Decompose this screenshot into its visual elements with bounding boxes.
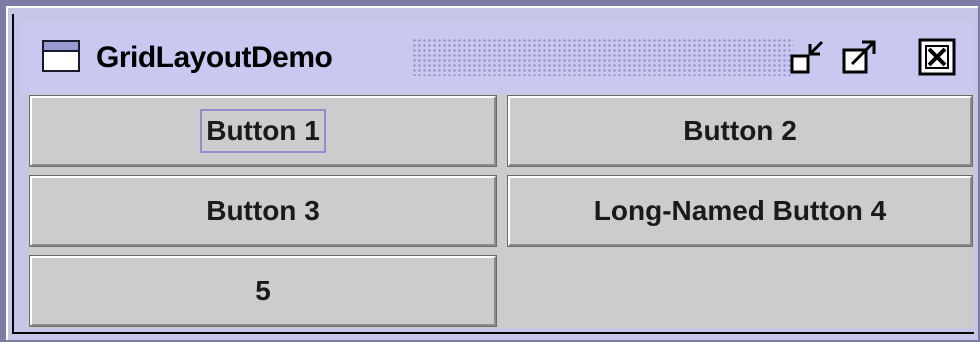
button-1-label: Button 1	[200, 109, 326, 153]
title-bar-grip[interactable]	[412, 38, 794, 76]
button-1[interactable]: Button 1	[29, 95, 497, 167]
title-bar[interactable]: GridLayoutDemo	[20, 22, 974, 94]
frame-edge-bottom	[12, 332, 974, 334]
frame-edge-left	[12, 14, 14, 332]
window-frame: GridLayoutDemo Button 1 Button 2 Button …	[0, 0, 980, 342]
grid-content-pane: Button 1 Button 2 Button 3 Long-Named Bu…	[28, 94, 974, 328]
long-named-button-4[interactable]: Long-Named Button 4	[507, 175, 973, 247]
button-2-label: Button 2	[683, 115, 797, 146]
minimize-icon	[790, 40, 824, 74]
close-button[interactable]	[918, 38, 956, 76]
button-5[interactable]: 5	[29, 255, 497, 327]
button-3-label: Button 3	[206, 195, 320, 226]
maximize-icon	[842, 40, 876, 74]
button-3[interactable]: Button 3	[29, 175, 497, 247]
maximize-button[interactable]	[842, 38, 880, 76]
button-4-label: Long-Named Button 4	[593, 195, 887, 226]
button-2[interactable]: Button 2	[507, 95, 973, 167]
close-icon	[918, 38, 956, 76]
button-5-label: 5	[255, 275, 271, 306]
window-title: GridLayoutDemo	[96, 41, 333, 74]
minimize-button[interactable]	[790, 38, 828, 76]
window-icon[interactable]	[42, 40, 80, 72]
